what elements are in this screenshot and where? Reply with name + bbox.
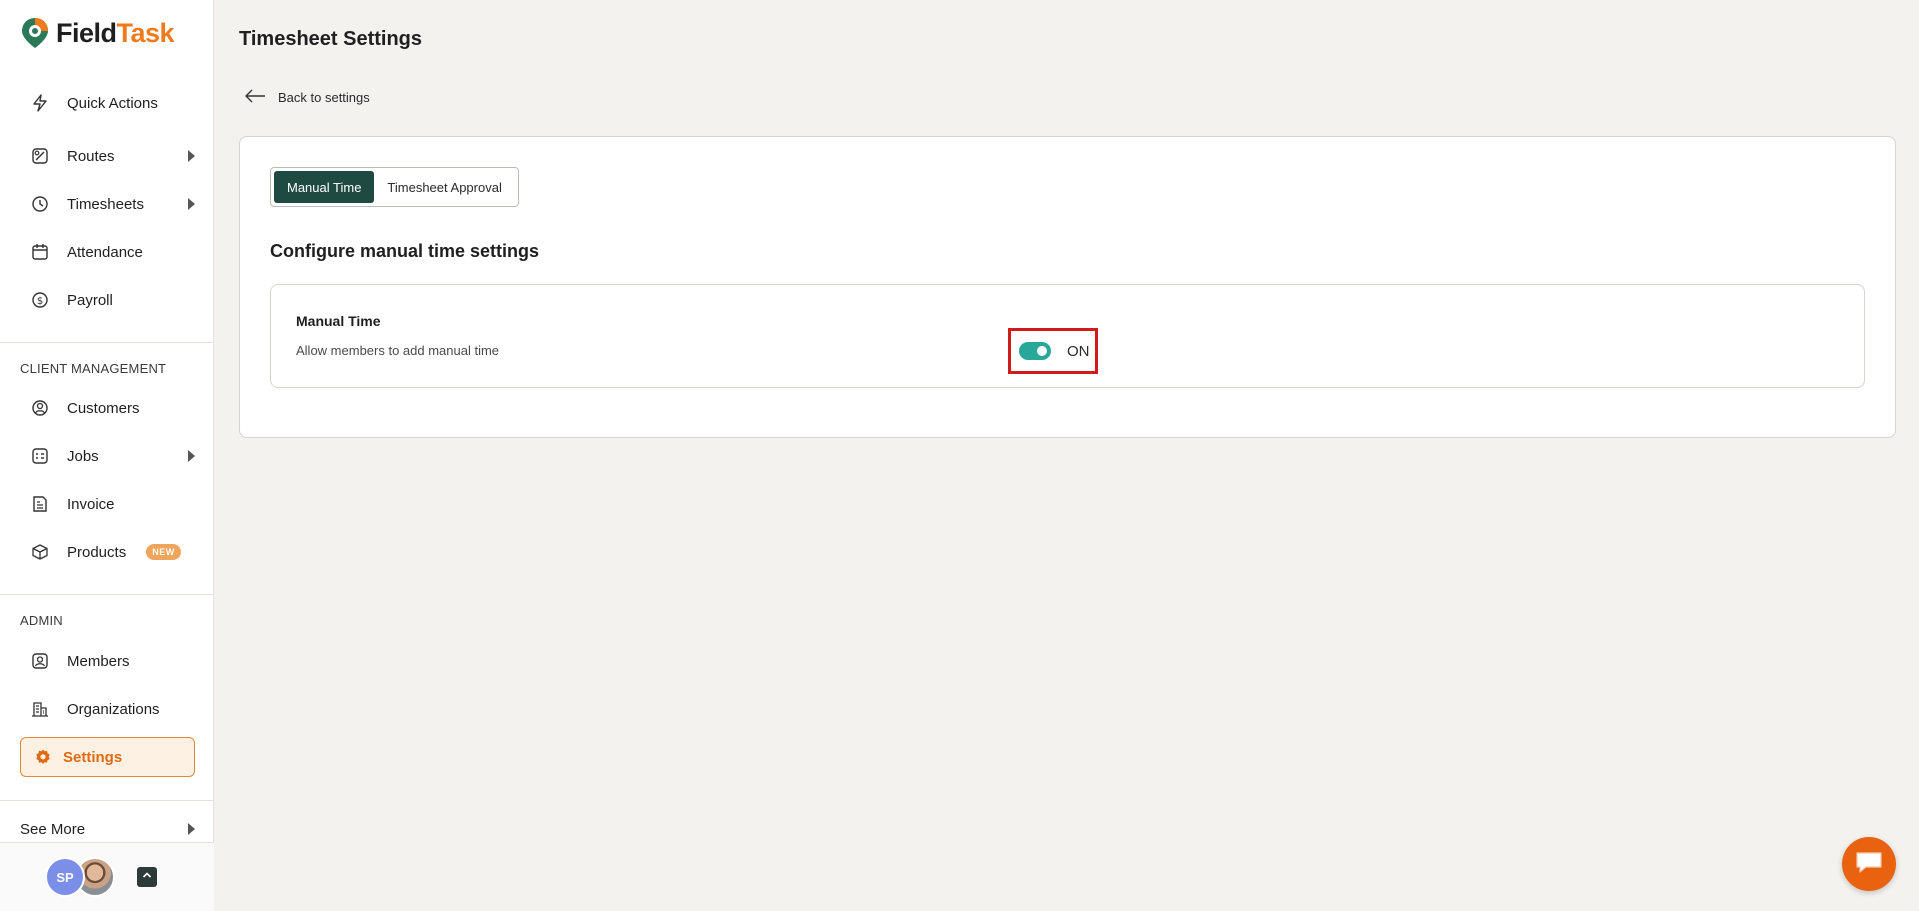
see-more-button[interactable]: See More <box>20 818 195 840</box>
settings-tabs: Manual Time Timesheet Approval <box>270 167 519 207</box>
sidebar-item-label: Routes <box>67 147 115 165</box>
manual-time-toggle[interactable] <box>1019 342 1051 360</box>
manual-time-setting: Manual Time Allow members to add manual … <box>270 284 1865 388</box>
sidebar-item-label: Members <box>67 652 130 670</box>
cube-icon <box>30 542 50 562</box>
back-link-label: Back to settings <box>278 90 370 105</box>
clock-icon <box>30 194 50 214</box>
sidebar-item-label: Attendance <box>67 243 143 261</box>
sidebar-item-label: Settings <box>63 748 123 766</box>
caret-right-icon <box>188 823 195 835</box>
new-badge: NEW <box>146 544 181 560</box>
sidebar-item-products[interactable]: Products NEW <box>20 535 195 569</box>
section-title: Configure manual time settings <box>270 241 540 261</box>
sidebar-item-label: Quick Actions <box>67 94 158 112</box>
sidebar-item-members[interactable]: Members <box>20 644 195 678</box>
setting-name: Manual Time <box>296 313 381 329</box>
sidebar-divider <box>0 800 214 801</box>
svg-text:$: $ <box>37 296 43 307</box>
sidebar-item-payroll[interactable]: $ Payroll <box>20 283 195 317</box>
user-circle-icon <box>30 398 50 418</box>
see-more-label: See More <box>20 820 86 838</box>
logo-pin-icon <box>20 16 50 50</box>
logo-text: FieldTask <box>56 17 175 48</box>
logo[interactable]: FieldTask <box>20 16 175 50</box>
sidebar-item-customers[interactable]: Customers <box>20 391 195 425</box>
gear-icon <box>33 747 53 767</box>
sidebar-item-label: Invoice <box>67 495 115 513</box>
page-title: Timesheet Settings <box>239 28 423 50</box>
settings-card: Manual Time Timesheet Approval Configure… <box>239 136 1896 438</box>
manual-time-toggle-highlight: ON <box>1008 328 1098 374</box>
setting-description: Allow members to add manual time <box>296 343 500 358</box>
sidebar-item-label: Payroll <box>67 291 113 309</box>
sidebar-item-organizations[interactable]: Organizations <box>20 692 195 726</box>
sidebar-item-invoice[interactable]: Invoice <box>20 487 195 521</box>
sidebar-item-jobs[interactable]: Jobs <box>20 439 195 473</box>
caret-right-icon <box>188 198 195 210</box>
bolt-icon <box>30 93 50 113</box>
calendar-icon <box>30 242 50 262</box>
sidebar-item-timesheets[interactable]: Timesheets <box>20 187 195 221</box>
member-icon <box>30 651 50 671</box>
sidebar-item-label: Organizations <box>67 700 160 718</box>
sidebar-divider <box>0 594 214 595</box>
route-map-icon <box>30 146 50 166</box>
caret-right-icon <box>188 150 195 162</box>
sidebar-divider <box>0 342 214 343</box>
sidebar-item-quick-actions[interactable]: Quick Actions <box>20 86 195 120</box>
sidebar-item-settings[interactable]: Settings <box>20 737 195 777</box>
sidebar-item-label: Products <box>67 543 127 561</box>
job-list-icon <box>30 446 50 466</box>
invoice-icon <box>30 494 50 514</box>
toggle-state-label: ON <box>1067 342 1090 360</box>
caret-right-icon <box>188 450 195 462</box>
chat-support-button[interactable] <box>1842 837 1896 891</box>
user-bar: SP <box>0 842 214 911</box>
avatar-initials[interactable]: SP <box>45 857 85 897</box>
building-icon <box>30 699 50 719</box>
sidebar-item-attendance[interactable]: Attendance <box>20 235 195 269</box>
dollar-coin-icon: $ <box>30 290 50 310</box>
tab-timesheet-approval[interactable]: Timesheet Approval <box>374 171 514 203</box>
sidebar-item-label: Jobs <box>67 447 99 465</box>
chat-bubble-icon <box>1854 849 1884 880</box>
sidebar-item-label: Timesheets <box>67 195 144 213</box>
back-to-settings-link[interactable]: Back to settings <box>244 89 370 106</box>
section-label-client-management: CLIENT MANAGEMENT <box>20 361 167 376</box>
chevron-up-icon <box>141 868 153 886</box>
arrow-left-icon <box>244 89 266 106</box>
tab-manual-time[interactable]: Manual Time <box>274 171 375 203</box>
sidebar: FieldTask Quick Actions Routes Timesheet… <box>0 0 214 911</box>
sidebar-item-label: Customers <box>67 399 140 417</box>
section-label-admin: ADMIN <box>20 613 63 628</box>
sidebar-item-routes[interactable]: Routes <box>20 139 195 173</box>
toggle-knob <box>1037 346 1047 356</box>
expand-user-menu-button[interactable] <box>137 867 157 887</box>
